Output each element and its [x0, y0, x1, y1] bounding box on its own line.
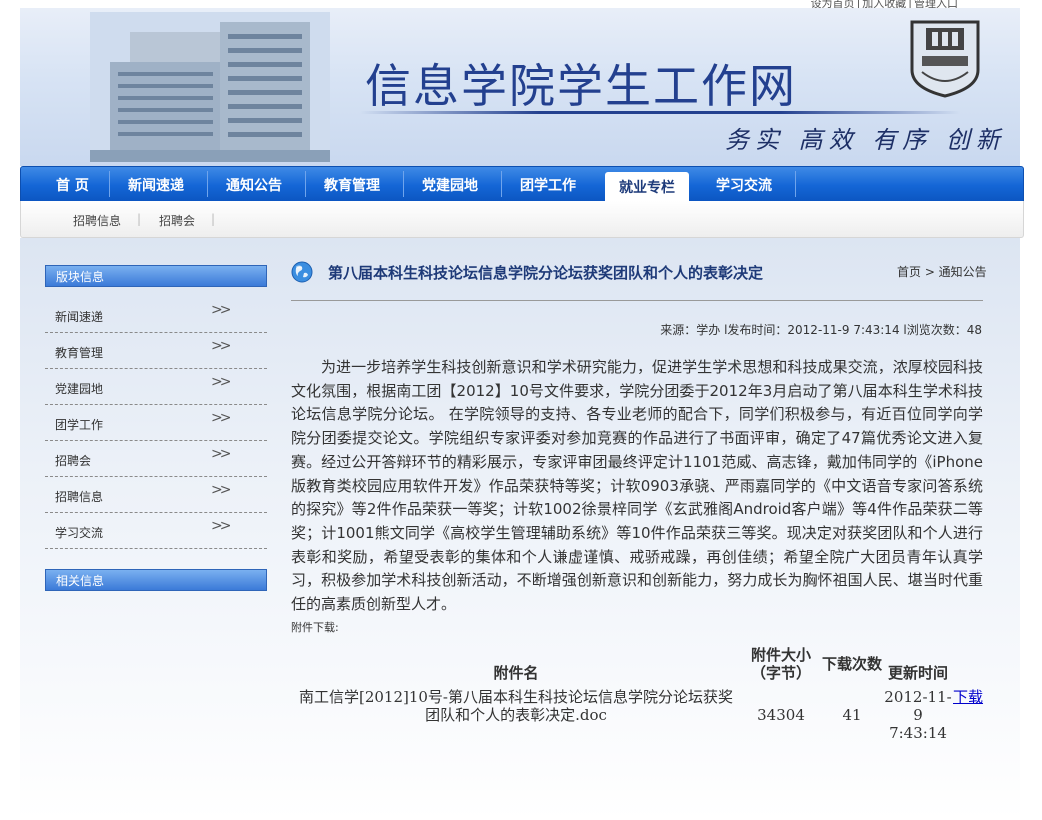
- column-header: 下载次数: [821, 655, 882, 673]
- university-seal-logo: [910, 20, 980, 98]
- sidebar-item-label: 新闻速递: [55, 310, 104, 324]
- attachment-downloads: 41: [842, 706, 862, 724]
- sidebar-item-label: 党建园地: [55, 382, 104, 396]
- subnav-divider: |: [211, 212, 216, 226]
- site-motto: 务实 高效 有序 创新: [725, 126, 1006, 154]
- nav-divider: [305, 171, 306, 197]
- nav-study[interactable]: 学习交流: [716, 175, 772, 195]
- sidebar-item-job-fair[interactable]: 招聘会 >>: [45, 440, 267, 477]
- nav-divider: [795, 171, 796, 197]
- site-banner: 信息学院学生工作网 务实 高效 有序 创新: [20, 8, 1020, 166]
- sidebar-item-label: 招聘会: [55, 454, 92, 468]
- sub-nav: 招聘信息 | 招聘会 |: [20, 201, 1024, 238]
- download-cell: 下载: [953, 682, 983, 742]
- title-divider: [291, 300, 983, 301]
- nav-party[interactable]: 党建园地: [422, 175, 478, 195]
- attachment-size: 34304: [757, 706, 805, 724]
- attachment-name: 南工信学[2012]10号-第八届本科生科技论坛信息学院分论坛获奖团队和个人的表…: [298, 688, 734, 724]
- article-title: 第八届本科生科技论坛信息学院分论坛获奖团队和个人的表彰决定: [328, 264, 764, 282]
- sidebar-item-education[interactable]: 教育管理 >>: [45, 332, 267, 369]
- sidebar-item-study[interactable]: 学习交流 >>: [45, 512, 267, 549]
- sidebar-item-news[interactable]: 新闻速递 >>: [45, 296, 267, 333]
- table-header-row: 附件名 附件大小（字节） 下载次数 更新时间: [291, 646, 983, 682]
- sidebar-item-label: 学习交流: [55, 526, 104, 540]
- subnav-recruitment-info[interactable]: 招聘信息: [73, 212, 121, 229]
- article-meta: 来源：学办 l发布时间：2012-11-9 7:43:14 l浏览次数：48: [660, 323, 982, 337]
- double-chevron-right-icon: >>: [211, 446, 232, 462]
- column-header: 附件大小（字节）: [750, 646, 811, 682]
- nav-divider: [207, 171, 208, 197]
- column-header: [953, 646, 983, 682]
- sidebar-related-title: 相关信息: [45, 569, 267, 591]
- nav-divider: [501, 171, 502, 197]
- double-chevron-right-icon: >>: [211, 482, 232, 498]
- sidebar-item-recruitment[interactable]: 招聘信息 >>: [45, 476, 267, 513]
- main-nav: 首 页 新闻速递 通知公告 教育管理 党建园地 团学工作 就业专栏 学习交流: [20, 166, 1024, 202]
- download-link[interactable]: 下载: [953, 688, 983, 706]
- sidebar-item-label: 教育管理: [55, 346, 104, 360]
- attachment-updated: 2012-11-9 7:43:14: [884, 688, 952, 742]
- sidebar-item-label: 团学工作: [55, 418, 104, 432]
- double-chevron-right-icon: >>: [211, 338, 232, 354]
- campus-building-image: [90, 12, 330, 162]
- sidebar-item-party[interactable]: 党建园地 >>: [45, 368, 267, 405]
- sidebar-item-league[interactable]: 团学工作 >>: [45, 404, 267, 441]
- article-body: 为进一步培养学生科技创新意识和学术研究能力，促进学生学术思想和科技成果交流，浓厚…: [291, 358, 983, 614]
- double-chevron-right-icon: >>: [211, 410, 232, 426]
- site-title: 信息学院学生工作网: [365, 59, 797, 113]
- table-row: 南工信学[2012]10号-第八届本科生科技论坛信息学院分论坛获奖团队和个人的表…: [291, 682, 983, 742]
- breadcrumb[interactable]: 首页 > 通知公告: [897, 263, 987, 280]
- column-header: 更新时间: [887, 664, 948, 682]
- double-chevron-right-icon: >>: [211, 302, 232, 318]
- sidebar-item-label: 招聘信息: [55, 490, 104, 504]
- sidebar-section-title: 版块信息: [45, 265, 267, 287]
- title-underline: [360, 111, 960, 114]
- nav-notices[interactable]: 通知公告: [226, 175, 282, 195]
- column-header: 附件名: [493, 664, 539, 682]
- page: 设为首页|加入收藏|管理入口 信息学院学生工作网 务实 高效 有序 创新: [20, 0, 1024, 820]
- double-chevron-right-icon: >>: [211, 374, 232, 390]
- nav-divider: [109, 171, 110, 197]
- nav-employment-active[interactable]: 就业专栏: [605, 172, 689, 201]
- double-chevron-right-icon: >>: [211, 518, 232, 534]
- attachments-label: 附件下载:: [291, 621, 339, 634]
- attachments-table: 附件名 附件大小（字节） 下载次数 更新时间 南工信学[2012]10号-第八届…: [291, 646, 983, 742]
- subnav-divider: |: [137, 212, 142, 226]
- globe-icon: [291, 261, 313, 283]
- subnav-job-fair[interactable]: 招聘会: [159, 212, 195, 229]
- nav-news[interactable]: 新闻速递: [128, 175, 184, 195]
- nav-league[interactable]: 团学工作: [520, 175, 576, 195]
- nav-home[interactable]: 首 页: [56, 175, 89, 195]
- nav-education[interactable]: 教育管理: [324, 175, 380, 195]
- nav-divider: [403, 171, 404, 197]
